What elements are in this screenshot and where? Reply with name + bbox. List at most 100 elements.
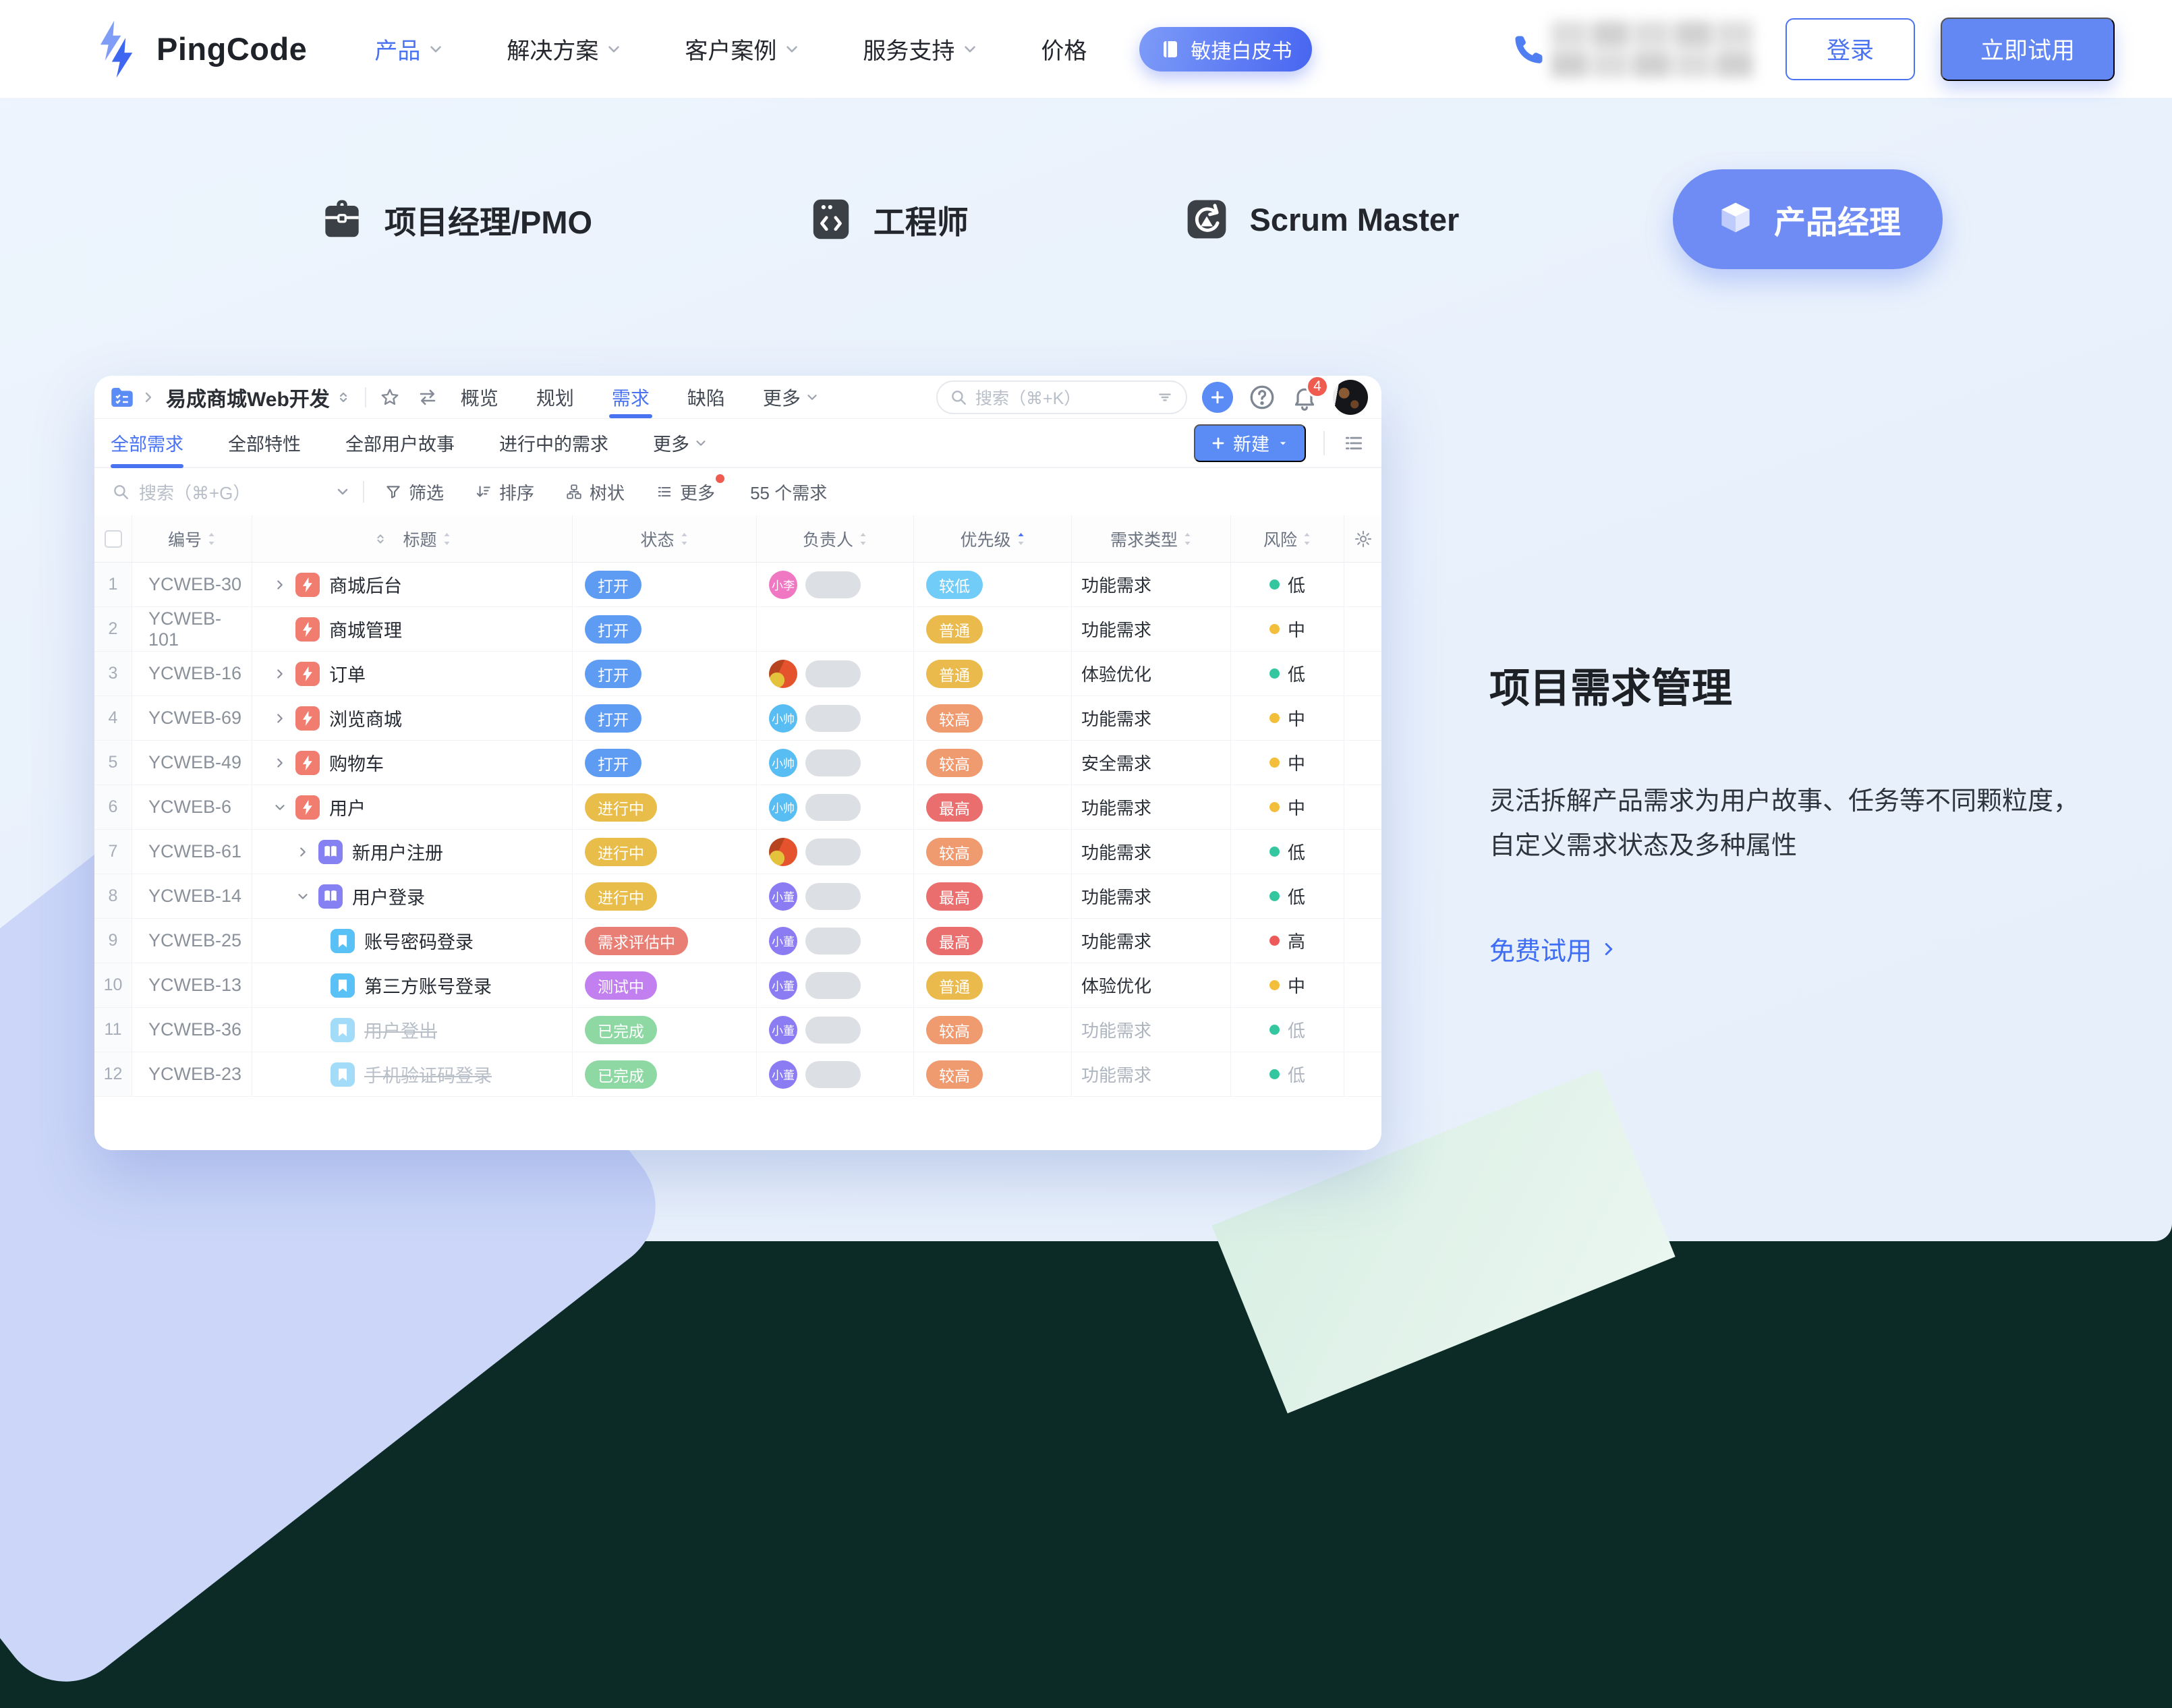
status-badge[interactable]: 打开 (585, 571, 641, 599)
column-header-5[interactable]: 优先级 (914, 515, 1072, 563)
app-tab-1[interactable]: 概览 (461, 376, 498, 418)
status-badge[interactable]: 进行中 (585, 882, 657, 911)
assignee-avatar[interactable]: 小李 (769, 571, 797, 599)
table-row[interactable]: 12YCWEB-23手机验证码登录已完成小董较高功能需求低 (94, 1052, 1381, 1097)
column-header-6[interactable]: 需求类型 (1072, 515, 1231, 563)
sort-button[interactable]: 排序 (475, 480, 534, 505)
assignee-avatar[interactable]: 小董 (769, 971, 797, 1000)
assignee-avatar[interactable]: 小帅 (769, 793, 797, 822)
status-badge[interactable]: 进行中 (585, 838, 657, 866)
table-row[interactable]: 1YCWEB-30商城后台打开小李较低功能需求低 (94, 563, 1381, 607)
nav-link-2[interactable]: 解决方案 (507, 32, 623, 65)
priority-badge[interactable]: 较高 (926, 704, 983, 733)
table-row[interactable]: 8YCWEB-14用户登录进行中小董最高功能需求低 (94, 874, 1381, 919)
priority-badge[interactable]: 较高 (926, 838, 983, 866)
table-row[interactable]: 2YCWEB-101商城管理打开普通功能需求中 (94, 607, 1381, 652)
nav-link-5[interactable]: 价格 (1041, 32, 1087, 65)
header-settings-cell[interactable] (1344, 515, 1381, 563)
global-search-input[interactable]: 搜索（⌘+K） (936, 380, 1187, 414)
view-tab-1[interactable]: 全部需求 (111, 419, 183, 467)
priority-badge[interactable]: 较高 (926, 1060, 983, 1089)
expand-arrow[interactable] (268, 751, 291, 774)
expand-arrow[interactable] (268, 707, 291, 730)
collapse-arrow[interactable] (291, 885, 314, 908)
priority-badge[interactable]: 较高 (926, 1016, 983, 1044)
table-row[interactable]: 10YCWEB-13第三方账号登录测试中小董普通体验优化中 (94, 963, 1381, 1008)
view-tab-4[interactable]: 进行中的需求 (499, 419, 608, 467)
filter-button[interactable]: 筛选 (384, 480, 444, 505)
role-tab-1[interactable]: 项目经理/PMO (317, 194, 592, 244)
assignee-avatar[interactable] (769, 838, 797, 866)
table-row[interactable]: 4YCWEB-69浏览商城打开小帅较高功能需求中 (94, 696, 1381, 741)
assignee-avatar[interactable]: 小董 (769, 927, 797, 955)
expand-arrow[interactable] (268, 573, 291, 596)
column-header-1[interactable]: 编号 (132, 515, 252, 563)
column-header-2[interactable]: 标题 (252, 515, 573, 563)
priority-badge[interactable]: 较低 (926, 571, 983, 599)
status-badge[interactable]: 打开 (585, 615, 641, 644)
list-view-icon[interactable] (1342, 432, 1365, 455)
table-search-input[interactable]: 搜索（⌘+G） (112, 480, 335, 505)
nav-link-4[interactable]: 服务支持 (863, 32, 979, 65)
notifications-button[interactable]: 4 (1291, 383, 1318, 411)
status-badge[interactable]: 需求评估中 (585, 927, 688, 955)
help-icon[interactable] (1248, 383, 1276, 411)
table-row[interactable]: 6YCWEB-6用户进行中小帅最高功能需求中 (94, 785, 1381, 830)
user-avatar[interactable] (1333, 380, 1368, 415)
status-badge[interactable]: 打开 (585, 704, 641, 733)
project-folder-icon[interactable] (108, 383, 136, 411)
expand-arrow[interactable] (268, 662, 291, 685)
nav-link-1[interactable]: 产品 (374, 32, 445, 65)
assignee-avatar[interactable]: 小董 (769, 1016, 797, 1044)
assignee-avatar[interactable]: 小帅 (769, 704, 797, 733)
role-tab-3[interactable]: Scrum Master (1182, 194, 1459, 244)
status-badge[interactable]: 打开 (585, 749, 641, 777)
status-badge[interactable]: 打开 (585, 660, 641, 688)
status-badge[interactable]: 已完成 (585, 1060, 657, 1089)
assignee-avatar[interactable]: 小董 (769, 882, 797, 911)
login-button[interactable]: 登录 (1785, 18, 1915, 80)
project-name[interactable]: 易成商城Web开发 (166, 382, 330, 412)
view-tab-2[interactable]: 全部特性 (228, 419, 301, 467)
app-tab-5[interactable]: 更多 (763, 376, 820, 418)
priority-badge[interactable]: 普通 (926, 615, 983, 644)
role-tab-2[interactable]: 工程师 (806, 194, 969, 244)
status-badge[interactable]: 进行中 (585, 793, 657, 822)
app-tab-4[interactable]: 缺陷 (687, 376, 725, 418)
priority-badge[interactable]: 普通 (926, 660, 983, 688)
tree-view-button[interactable]: 树状 (565, 480, 625, 505)
quick-add-button[interactable] (1202, 382, 1233, 413)
view-tab-5[interactable]: 更多 (653, 419, 708, 467)
table-row[interactable]: 9YCWEB-25账号密码登录需求评估中小董最高功能需求高 (94, 919, 1381, 963)
pingcode-logo[interactable]: PingCode (94, 20, 307, 79)
priority-badge[interactable]: 最高 (926, 882, 983, 911)
assignee-avatar[interactable]: 小帅 (769, 749, 797, 777)
try-now-button[interactable]: 立即试用 (1941, 18, 2115, 81)
priority-badge[interactable]: 最高 (926, 927, 983, 955)
column-header-7[interactable]: 风险 (1231, 515, 1344, 563)
search-scope-chevron-icon[interactable] (335, 484, 351, 500)
table-row[interactable]: 3YCWEB-16订单打开普通体验优化低 (94, 652, 1381, 696)
select-all-checkbox[interactable] (105, 530, 122, 548)
app-tab-2[interactable]: 规划 (536, 376, 574, 418)
new-item-button[interactable]: 新建 (1194, 424, 1306, 462)
table-row[interactable]: 7YCWEB-61新用户注册进行中较高功能需求低 (94, 830, 1381, 874)
role-tab-4[interactable]: 产品经理 (1673, 169, 1943, 269)
swap-icon[interactable] (418, 387, 438, 407)
app-tab-3[interactable]: 需求 (612, 376, 650, 418)
assignee-avatar[interactable]: 小董 (769, 1060, 797, 1089)
table-row[interactable]: 5YCWEB-49购物车打开小帅较高安全需求中 (94, 741, 1381, 785)
collapse-arrow[interactable] (268, 796, 291, 819)
column-header-3[interactable]: 状态 (573, 515, 757, 563)
expand-arrow[interactable] (291, 841, 314, 863)
project-switcher-icon[interactable] (335, 389, 351, 405)
view-tab-3[interactable]: 全部用户故事 (345, 419, 455, 467)
table-row[interactable]: 11YCWEB-36用户登出已完成小董较高功能需求低 (94, 1008, 1381, 1052)
priority-badge[interactable]: 较高 (926, 749, 983, 777)
free-trial-link[interactable]: 免费试用 (1489, 930, 2150, 967)
column-header-4[interactable]: 负责人 (757, 515, 914, 563)
status-badge[interactable]: 已完成 (585, 1016, 657, 1044)
priority-badge[interactable]: 最高 (926, 793, 983, 822)
status-badge[interactable]: 测试中 (585, 971, 657, 1000)
nav-link-3[interactable]: 客户案例 (685, 32, 801, 65)
